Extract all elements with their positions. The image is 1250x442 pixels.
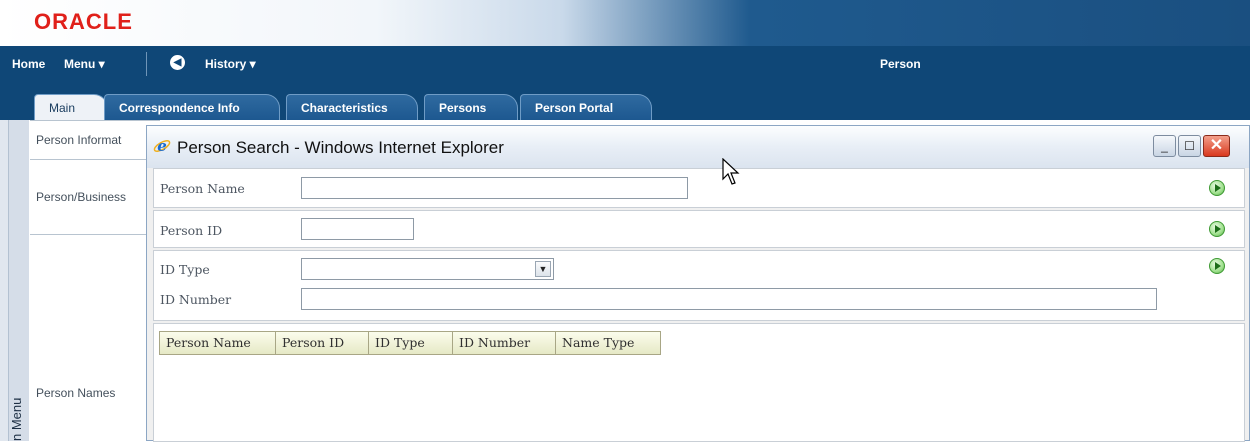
chevron-down-icon[interactable]: ▼	[535, 261, 551, 277]
minimize-icon[interactable]: _	[1153, 135, 1176, 157]
svg-text:e: e	[157, 137, 167, 155]
close-icon[interactable]: ✕	[1203, 135, 1230, 157]
column-header-person-id[interactable]: Person ID	[275, 331, 369, 355]
column-header-name-type[interactable]: Name Type	[555, 331, 661, 355]
section-label: Person/Business	[36, 190, 127, 204]
search-go-icon[interactable]	[1209, 258, 1225, 274]
history-dropdown[interactable]: History ▾	[205, 57, 256, 71]
column-header-id-number[interactable]: ID Number	[452, 331, 556, 355]
mouse-cursor-icon	[722, 158, 740, 185]
id-type-label: ID Type	[160, 262, 210, 277]
page-title: Person	[880, 57, 921, 71]
person-name-input[interactable]	[301, 177, 688, 199]
column-header-person-name[interactable]: Person Name	[159, 331, 276, 355]
tab-bar: Main Correspondence Info Characteristics…	[0, 82, 1250, 120]
section-person-information[interactable]: Person Informat	[30, 120, 160, 160]
id-number-input[interactable]	[301, 288, 1157, 310]
section-person-business[interactable]: Person/Business	[30, 160, 160, 235]
id-type-row: ID Type ▼ ID Number	[153, 250, 1245, 321]
back-icon[interactable]: ◀	[170, 55, 185, 70]
oracle-logo: ORACLE	[34, 9, 133, 34]
side-menu-handle[interactable]	[8, 120, 29, 441]
tab-correspondence-info[interactable]: Correspondence Info	[104, 94, 280, 120]
oracle-header: ORACLE	[0, 0, 1250, 46]
section-label: Person Names	[36, 386, 116, 400]
section-person-names[interactable]: Person Names	[30, 236, 160, 441]
section-label: Person Informat	[36, 133, 122, 147]
id-number-label: ID Number	[160, 292, 232, 307]
internet-explorer-icon: e	[153, 137, 171, 155]
nav-bar: Home Menu ▾ ◀ History ▾ Person	[0, 46, 1250, 82]
person-id-label: Person ID	[160, 223, 223, 238]
person-id-row: Person ID	[153, 210, 1245, 248]
tab-person-portal[interactable]: Person Portal	[520, 94, 652, 120]
dialog-title: Person Search - Windows Internet Explore…	[177, 138, 504, 157]
nav-separator	[146, 52, 147, 76]
dialog-titlebar[interactable]: e Person Search - Windows Internet Explo…	[147, 126, 1249, 168]
menu-dropdown[interactable]: Menu ▾	[64, 57, 105, 71]
side-menu-label[interactable]: n Menu	[9, 398, 24, 441]
person-name-row: Person Name	[153, 168, 1245, 208]
id-type-select[interactable]: ▼	[301, 258, 554, 280]
tab-persons[interactable]: Persons	[424, 94, 518, 120]
tab-main[interactable]: Main	[34, 94, 108, 120]
home-link[interactable]: Home	[12, 57, 45, 71]
results-grid: Person Name Person ID ID Type ID Number …	[153, 323, 1245, 442]
column-header-id-type[interactable]: ID Type	[368, 331, 453, 355]
tab-characteristics[interactable]: Characteristics	[286, 94, 418, 120]
person-name-label: Person Name	[160, 181, 245, 196]
person-id-input[interactable]	[301, 218, 414, 240]
search-go-icon[interactable]	[1209, 221, 1225, 237]
search-go-icon[interactable]	[1209, 180, 1225, 196]
person-search-dialog: e Person Search - Windows Internet Explo…	[146, 125, 1250, 442]
maximize-icon[interactable]: ☐	[1178, 135, 1201, 157]
